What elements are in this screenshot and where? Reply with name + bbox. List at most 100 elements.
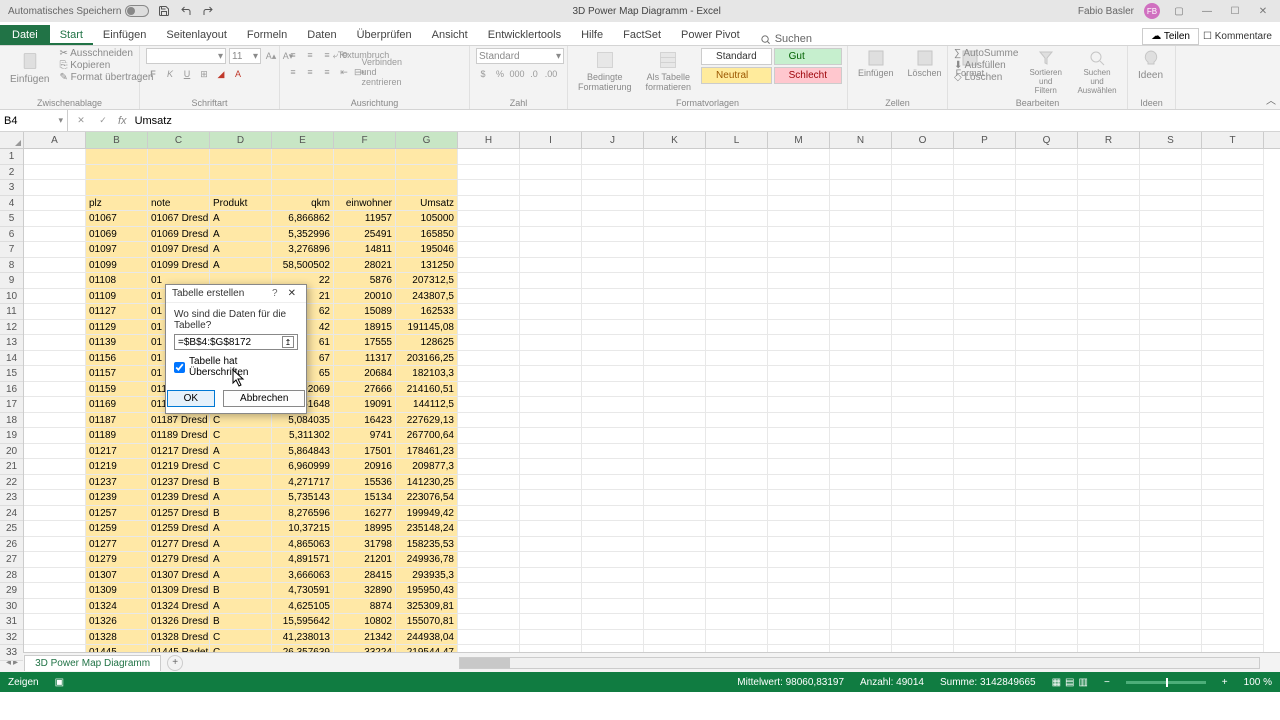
table-cell[interactable]: 15536	[334, 475, 396, 491]
table-cell[interactable]: 18915	[334, 320, 396, 336]
style-neutral[interactable]: Neutral	[701, 67, 772, 84]
autosum-button[interactable]: ∑ AutoSumme	[954, 48, 1018, 59]
table-cell[interactable]: 21201	[334, 552, 396, 568]
table-cell[interactable]: 01307	[86, 568, 148, 584]
table-cell[interactable]: 162533	[396, 304, 458, 320]
ideas-button[interactable]: Ideen	[1134, 48, 1167, 83]
fill-color-button[interactable]: ◢	[214, 67, 228, 81]
table-cell[interactable]	[272, 180, 334, 196]
column-header[interactable]: E	[272, 132, 334, 148]
table-cell[interactable]: 244938,04	[396, 630, 458, 646]
row-header[interactable]: 2	[0, 165, 23, 181]
column-header[interactable]: C	[148, 132, 210, 148]
table-cell[interactable]: 249936,78	[396, 552, 458, 568]
undo-icon[interactable]	[179, 4, 193, 18]
table-cell[interactable]	[334, 180, 396, 196]
table-cell[interactable]: B	[210, 475, 272, 491]
table-cell[interactable]: 01189	[86, 428, 148, 444]
table-cell[interactable]	[272, 165, 334, 181]
table-cell[interactable]: 01445 Radet	[148, 645, 210, 652]
table-cell[interactable]	[396, 180, 458, 196]
table-cell[interactable]: 01309 Dresd	[148, 583, 210, 599]
row-header[interactable]: 5	[0, 211, 23, 227]
table-cell[interactable]: 214160,51	[396, 382, 458, 398]
cancel-formula-icon[interactable]: ✕	[74, 114, 88, 128]
table-cell[interactable]: 01217 Dresd	[148, 444, 210, 460]
table-cell[interactable]: 01108	[86, 273, 148, 289]
select-all-triangle[interactable]	[0, 132, 23, 149]
table-cell[interactable]: 21342	[334, 630, 396, 646]
table-cell[interactable]: 01219	[86, 459, 148, 475]
row-header[interactable]: 25	[0, 521, 23, 537]
table-cell[interactable]: 01237 Dresd	[148, 475, 210, 491]
table-cell[interactable]: A	[210, 444, 272, 460]
table-cell[interactable]: 01259 Dresd	[148, 521, 210, 537]
table-header-cell[interactable]: Produkt	[210, 196, 272, 212]
dialog-headers-checkbox[interactable]: Tabelle hat Überschriften	[174, 356, 298, 378]
table-cell[interactable]	[86, 165, 148, 181]
column-header[interactable]: L	[706, 132, 768, 148]
table-cell[interactable]: 01097 Dresd	[148, 242, 210, 258]
table-cell[interactable]: 5,084035	[272, 413, 334, 429]
table-cell[interactable]: 165850	[396, 227, 458, 243]
sheet-tab-active[interactable]: 3D Power Map Diagramm	[24, 655, 161, 671]
comments-button[interactable]: ☐ Kommentare	[1203, 31, 1272, 42]
thousands-icon[interactable]: 000	[510, 67, 524, 81]
font-color-button[interactable]: A	[231, 67, 245, 81]
table-cell[interactable]: 4,625105	[272, 599, 334, 615]
align-middle-icon[interactable]: ≡	[303, 48, 317, 62]
row-header[interactable]: 27	[0, 552, 23, 568]
table-cell[interactable]: 01309	[86, 583, 148, 599]
table-cell[interactable]: 20010	[334, 289, 396, 305]
table-cell[interactable]: 01326 Dresd	[148, 614, 210, 630]
save-icon[interactable]	[157, 4, 171, 18]
table-cell[interactable]: 203166,25	[396, 351, 458, 367]
table-cell[interactable]: 01328	[86, 630, 148, 646]
table-cell[interactable]: 5876	[334, 273, 396, 289]
table-cell[interactable]: 11317	[334, 351, 396, 367]
table-cell[interactable]: 17501	[334, 444, 396, 460]
column-header[interactable]: P	[954, 132, 1016, 148]
underline-button[interactable]: U	[180, 67, 194, 81]
table-header-cell[interactable]: einwohner	[334, 196, 396, 212]
table-cell[interactable]: 01237	[86, 475, 148, 491]
table-cell[interactable]: 9741	[334, 428, 396, 444]
column-header[interactable]: G	[396, 132, 458, 148]
chevron-down-icon[interactable]: ▾	[58, 115, 63, 126]
horizontal-scrollbar[interactable]	[199, 657, 1264, 669]
table-cell[interactable]: 01324	[86, 599, 148, 615]
row-header[interactable]: 30	[0, 599, 23, 615]
table-cell[interactable]: 243807,5	[396, 289, 458, 305]
table-cell[interactable]: A	[210, 568, 272, 584]
row-header[interactable]: 28	[0, 568, 23, 584]
row-header[interactable]: 3	[0, 180, 23, 196]
tab-powerpivot[interactable]: Power Pivot	[671, 25, 750, 45]
table-cell[interactable]: 209877,3	[396, 459, 458, 475]
row-header[interactable]: 15	[0, 366, 23, 382]
border-button[interactable]: ⊞	[197, 67, 211, 81]
table-cell[interactable]	[86, 180, 148, 196]
table-cell[interactable]	[148, 180, 210, 196]
ribbon-search[interactable]: Suchen	[760, 33, 812, 45]
table-cell[interactable]: A	[210, 552, 272, 568]
table-cell[interactable]: 01099 Dresd	[148, 258, 210, 274]
table-cell[interactable]: 01328 Dresd	[148, 630, 210, 646]
headers-checkbox-input[interactable]	[174, 362, 185, 373]
table-cell[interactable]: B	[210, 614, 272, 630]
row-header[interactable]: 14	[0, 351, 23, 367]
row-header[interactable]: 4	[0, 196, 23, 212]
table-cell[interactable]: 16423	[334, 413, 396, 429]
row-header[interactable]: 24	[0, 506, 23, 522]
column-header[interactable]: N	[830, 132, 892, 148]
table-cell[interactable]: A	[210, 490, 272, 506]
table-cell[interactable]: 14811	[334, 242, 396, 258]
table-cell[interactable]: 15134	[334, 490, 396, 506]
table-cell[interactable]: 33224	[334, 645, 396, 652]
percent-icon[interactable]: %	[493, 67, 507, 81]
row-header[interactable]: 8	[0, 258, 23, 274]
table-cell[interactable]: 01099	[86, 258, 148, 274]
table-cell[interactable]: 01277 Dresd	[148, 537, 210, 553]
table-cell[interactable]: 11957	[334, 211, 396, 227]
row-header[interactable]: 10	[0, 289, 23, 305]
row-header[interactable]: 19	[0, 428, 23, 444]
